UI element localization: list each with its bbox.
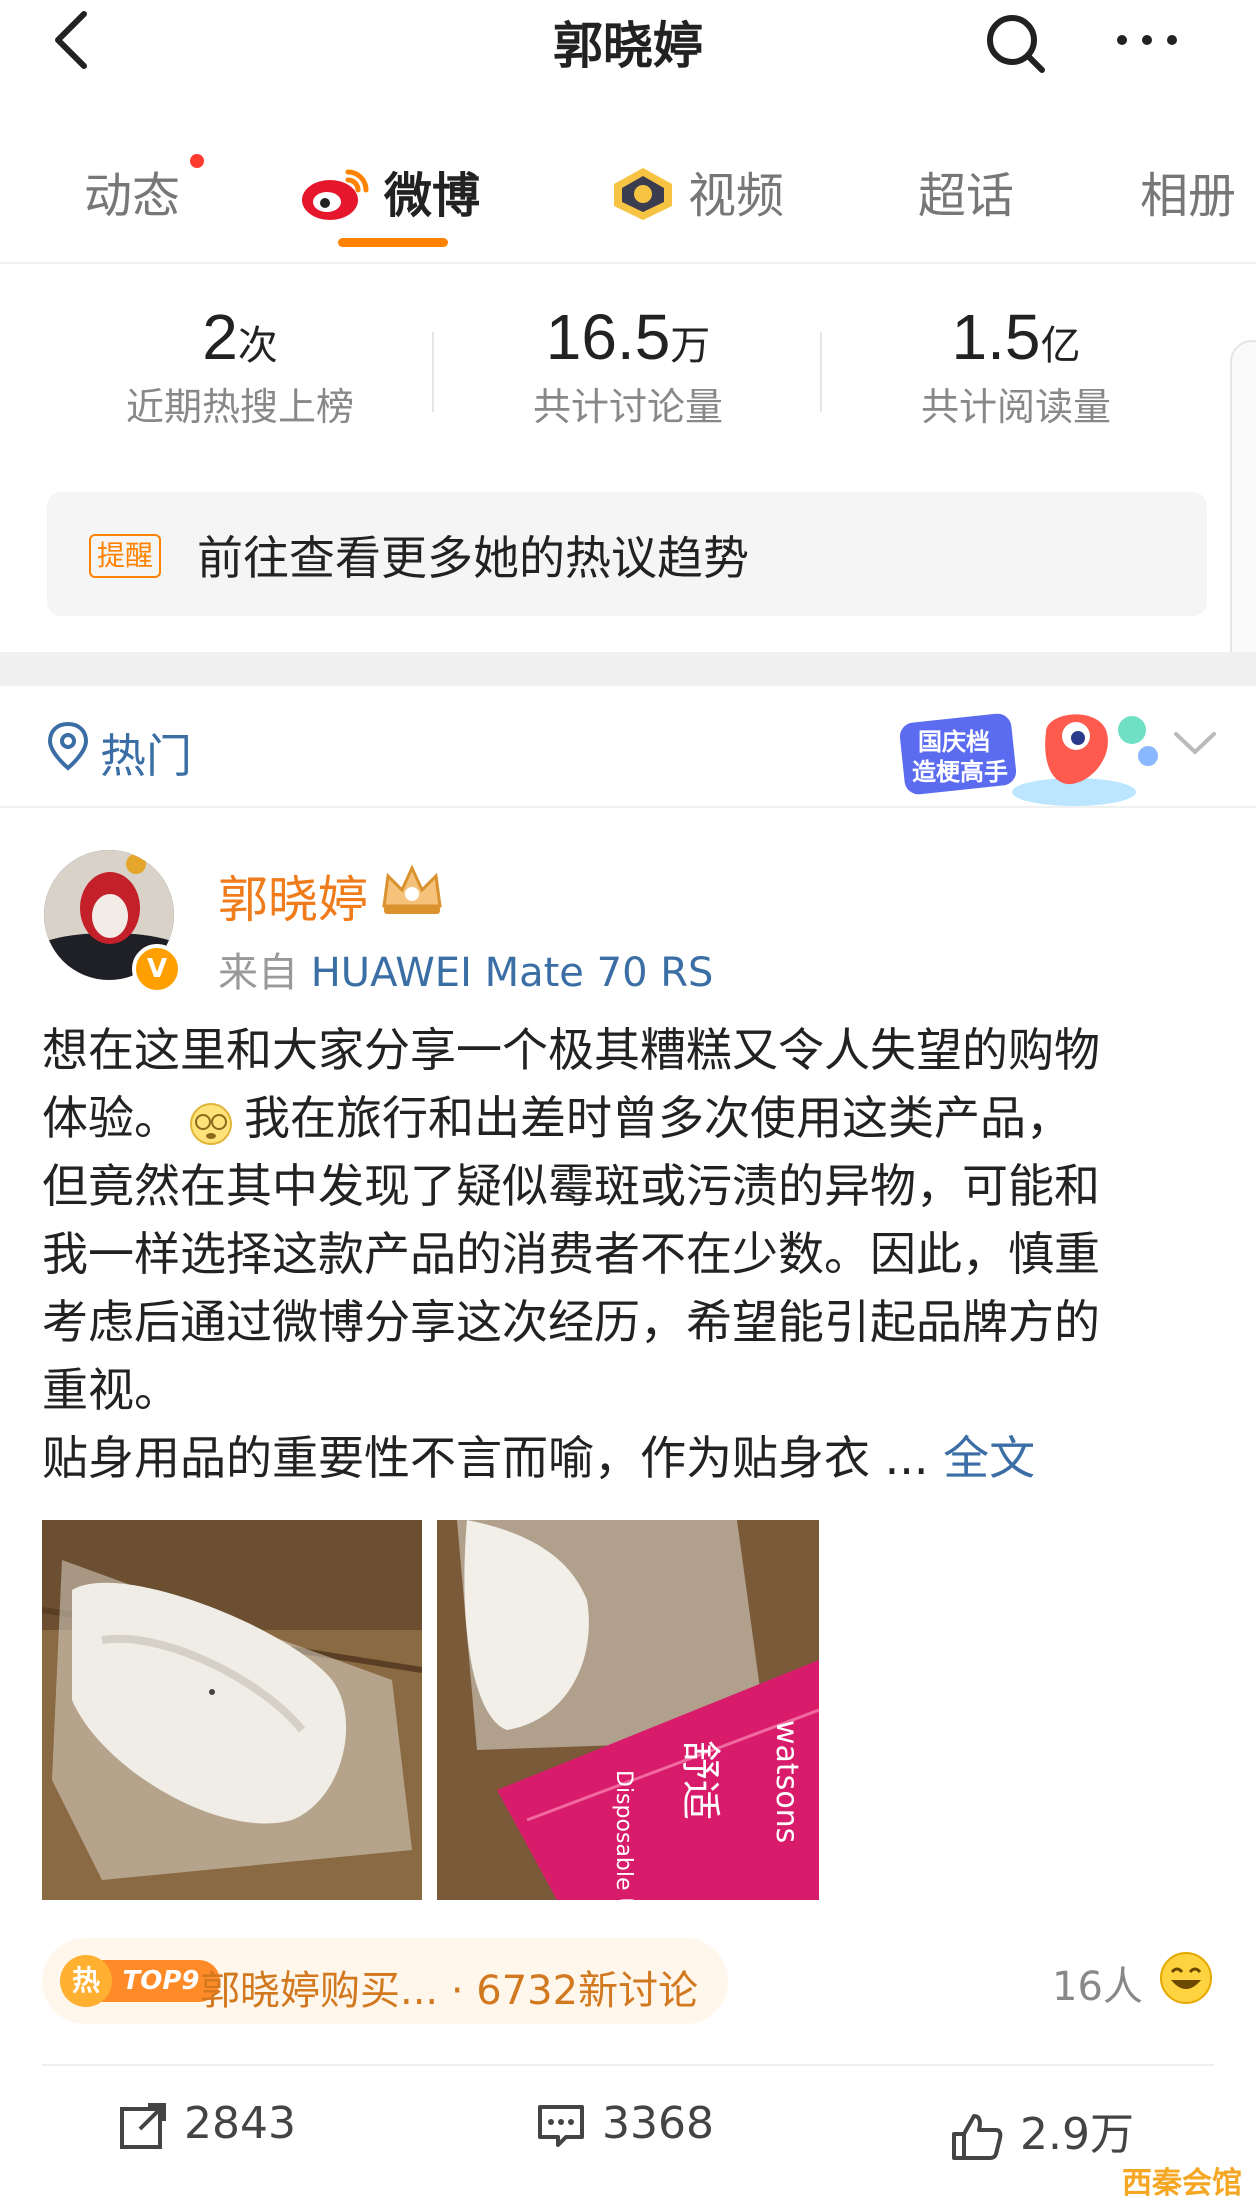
post-line-2: 体验。 我在旅行和出差时曾多次使用这类产品， xyxy=(42,1084,1222,1152)
tab-video[interactable]: 视频 xyxy=(608,156,784,226)
stat-divider xyxy=(820,332,822,412)
source-prefix: 来自 xyxy=(218,950,298,996)
active-tab-indicator xyxy=(338,238,448,247)
stat-reads[interactable]: 1.5亿 共计阅读量 xyxy=(866,300,1166,431)
badge-line2: 造梗高手 xyxy=(912,758,1008,786)
stat-value: 16.5 xyxy=(545,301,671,373)
divider xyxy=(42,2064,1214,2066)
location-pin-icon xyxy=(47,721,89,771)
more-options-icon[interactable] xyxy=(1112,20,1182,60)
repost-icon xyxy=(120,2103,166,2149)
laughing-emoji-icon[interactable] xyxy=(1158,1950,1214,2006)
post-body: 想在这里和大家分享一个极其糟糕又令人失望的购物 体验。 我在旅行和出差时曾多次使用… xyxy=(42,1016,1222,1492)
section-separator xyxy=(0,652,1256,686)
badge-line1: 国庆档 xyxy=(918,728,990,756)
trend-reminder-banner[interactable]: 提醒 前往查看更多她的热议趋势 xyxy=(47,492,1207,616)
post-line: 我一样选择这款产品的消费者不在少数。因此，慎重 xyxy=(42,1227,1100,1281)
post-line: 想在这里和大家分享一个极其糟糕又令人失望的购物 xyxy=(42,1023,1100,1077)
chevron-down-icon[interactable] xyxy=(1170,724,1220,764)
weibo-logo-icon xyxy=(302,169,369,220)
watermark: 西秦会馆 xyxy=(1122,2166,1242,2201)
tab-dynamics[interactable]: 动态 xyxy=(84,156,180,226)
stat-label: 共计阅读量 xyxy=(920,385,1111,429)
thumbs-up-icon xyxy=(952,2114,1003,2160)
tab-weibo[interactable]: 微博 xyxy=(300,156,480,226)
tab-label: 超话 xyxy=(918,168,1015,224)
comment-count: 3368 xyxy=(602,2098,714,2149)
stat-unit: 亿 xyxy=(1040,323,1081,369)
tab-album[interactable]: 相册 xyxy=(1140,156,1236,226)
stat-divider xyxy=(432,332,434,412)
tab-label: 视频 xyxy=(688,168,785,224)
comment-icon xyxy=(538,2105,584,2147)
tab-label: 动态 xyxy=(84,168,181,224)
tab-supertopic[interactable]: 超话 xyxy=(918,156,1014,226)
post-line: 但竟然在其中发现了疑似霉斑或污渍的异物，可能和 xyxy=(42,1159,1100,1213)
event-badge-mascot[interactable]: 国庆档 造梗高手 xyxy=(896,692,1166,814)
like-count: 2.9万 xyxy=(1020,2109,1134,2160)
stat-unit: 万 xyxy=(670,323,711,369)
stat-label: 近期热搜上榜 xyxy=(125,385,354,429)
profile-tabs: 动态 微博 视频 超话 相册 xyxy=(0,112,1256,264)
post-line-rest: 我在旅行和出差时曾多次使用这类产品， xyxy=(244,1091,1072,1145)
post-username[interactable]: 郭晓婷 xyxy=(218,860,368,932)
post-line-truncated: 贴身用品的重要性不言而喻，作为贴身衣 ... xyxy=(42,1431,929,1485)
reaction-people-count[interactable]: 16人 xyxy=(1052,1954,1143,2012)
post-image-1[interactable] xyxy=(42,1520,422,1900)
image-line-text: Disposable Underwear For Ladies xyxy=(611,1770,636,1900)
post-image-2[interactable]: watsons 舒适 Disposable Underwear For Ladi… xyxy=(437,1520,819,1900)
notification-dot xyxy=(190,154,204,168)
verified-badge-icon: V xyxy=(132,944,182,994)
tab-label: 微博 xyxy=(384,168,481,224)
stat-hot-search[interactable]: 2次 近期热搜上榜 xyxy=(90,300,390,431)
repost-button[interactable]: 2843 xyxy=(118,2098,296,2151)
crown-icon[interactable] xyxy=(378,862,446,918)
full-text-link[interactable]: 全文 xyxy=(943,1431,1035,1485)
image-brand-text: watsons xyxy=(769,1720,804,1843)
image-cn-text: 舒适 xyxy=(677,1740,723,1820)
post-source: 来自 HUAWEI Mate 70 RS xyxy=(218,940,713,998)
stat-value: 1.5 xyxy=(951,301,1041,373)
post-line-last: 贴身用品的重要性不言而喻，作为贴身衣 ... 全文 xyxy=(42,1424,1222,1492)
comment-button[interactable]: 3368 xyxy=(536,2098,714,2151)
hot-filter-label[interactable]: 热门 xyxy=(100,720,192,786)
tab-label: 相册 xyxy=(1140,168,1237,224)
stat-unit: 次 xyxy=(237,323,278,369)
reminder-tag: 提醒 xyxy=(89,534,162,578)
topic-text: 郭晓婷购买... · 6732新讨论 xyxy=(200,1968,699,2014)
hot-icon: 热 xyxy=(60,1955,112,2007)
like-button[interactable]: 2.9万 xyxy=(950,2098,1134,2162)
stat-label: 共计讨论量 xyxy=(532,385,723,429)
post-line: 考虑后通过微博分享这次经历，希望能引起品牌方的 xyxy=(42,1295,1100,1349)
search-icon[interactable] xyxy=(982,8,1052,78)
emoji-dizzy-icon xyxy=(190,1103,232,1145)
video-badge-icon xyxy=(614,168,672,220)
repost-count: 2843 xyxy=(184,2098,296,2149)
top-nav-bar: 郭晓婷 xyxy=(0,0,1256,114)
source-device[interactable]: HUAWEI Mate 70 RS xyxy=(311,950,714,996)
post-line-prefix: 体验。 xyxy=(42,1091,180,1145)
post-line: 重视。 xyxy=(42,1363,180,1417)
page-title: 郭晓婷 xyxy=(553,17,703,75)
stat-value: 2 xyxy=(202,301,238,373)
stat-discussions[interactable]: 16.5万 共计讨论量 xyxy=(478,300,778,431)
reminder-text: 前往查看更多她的热议趋势 xyxy=(197,531,749,585)
hot-topic-pill[interactable]: TOP9 热 郭晓婷购买... · 6732新讨论 xyxy=(42,1938,728,2024)
